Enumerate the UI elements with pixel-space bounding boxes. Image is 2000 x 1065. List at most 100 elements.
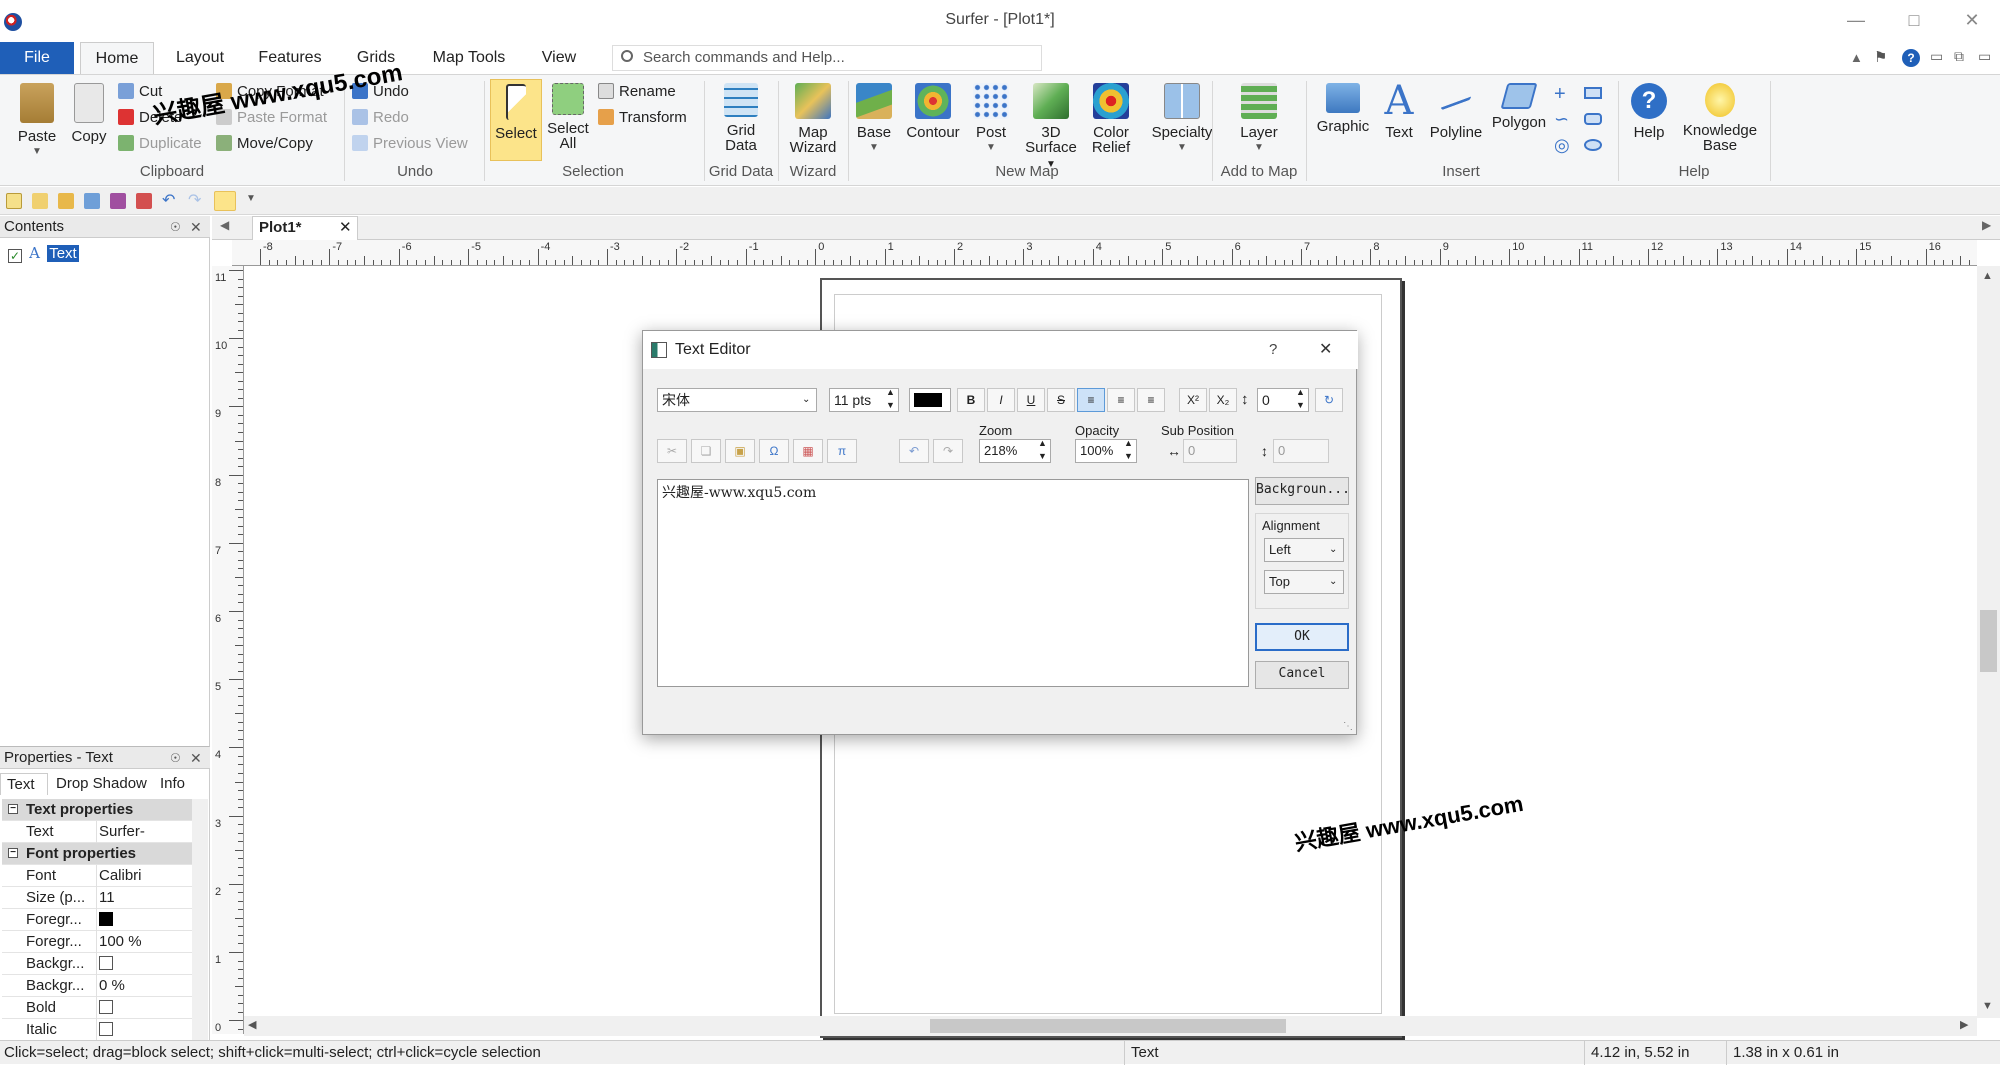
sub-position-x-stepper[interactable]: 0 — [1183, 439, 1237, 463]
color-relief-button[interactable]: Color Relief — [1086, 83, 1136, 155]
property-row[interactable]: Foregr... 100 % — [2, 931, 192, 953]
close-file-icon[interactable] — [136, 193, 152, 209]
spin-icon[interactable]: ▲ ▼ — [1296, 386, 1305, 412]
property-value[interactable] — [96, 1019, 192, 1041]
paste-text-button[interactable]: ▣ — [725, 439, 755, 463]
resize-grip-icon[interactable]: ⋱ — [1343, 721, 1353, 732]
customize-toolbar-icon[interactable]: ▼ — [246, 193, 256, 204]
tab-info[interactable]: Info — [160, 773, 185, 795]
subscript-button[interactable]: X₂ — [1209, 388, 1237, 412]
transform-button[interactable]: Transform — [598, 107, 687, 129]
open-recent-icon[interactable] — [84, 193, 100, 209]
horizontal-scroll-thumb[interactable] — [930, 1019, 1286, 1033]
tab-view[interactable]: View — [532, 42, 586, 74]
horizontal-align-select[interactable]: Left ⌄ — [1264, 538, 1344, 562]
sub-position-y-stepper[interactable]: 0 — [1273, 439, 1329, 463]
property-value[interactable]: 11 — [96, 887, 192, 909]
insert-graphic-button[interactable]: Graphic — [1312, 83, 1374, 134]
scroll-tabs-left-icon[interactable]: ◀ — [220, 218, 229, 232]
copy-button[interactable]: Copy — [64, 83, 114, 144]
scroll-left-icon[interactable]: ◀ — [248, 1018, 256, 1031]
undo-icon[interactable]: ↶ — [162, 193, 178, 209]
post-map-button[interactable]: Post ▼ — [970, 83, 1012, 155]
knowledge-base-button[interactable]: Knowledge Base — [1676, 83, 1764, 153]
tab-map-tools[interactable]: Map Tools — [424, 42, 514, 74]
copy-text-button[interactable]: ❏ — [691, 439, 721, 463]
superscript-button[interactable]: X² — [1179, 388, 1207, 412]
spin-icon[interactable]: ▲ ▼ — [886, 386, 895, 412]
property-row[interactable]: Backgr... 0 % — [2, 975, 192, 997]
font-select[interactable]: 宋体 ⌄ — [657, 388, 817, 412]
collapse-ribbon-icon[interactable]: ▲ — [1850, 50, 1863, 65]
property-row[interactable]: Foregr... — [2, 909, 192, 931]
foreground-color-swatch[interactable] — [99, 912, 113, 926]
insert-rectangle-icon[interactable] — [1584, 87, 1602, 99]
move-copy-button[interactable]: Move/Copy — [216, 133, 313, 155]
text-color-picker[interactable] — [909, 388, 951, 412]
tab-home[interactable]: Home — [80, 42, 154, 75]
property-row[interactable]: Italic — [2, 1019, 192, 1041]
select-button[interactable]: Select — [490, 79, 542, 161]
select-tool-icon[interactable] — [214, 191, 236, 211]
visibility-checkbox[interactable]: ✓ — [8, 249, 22, 263]
collapse-icon[interactable]: − — [8, 804, 18, 814]
italic-button[interactable]: I — [987, 388, 1015, 412]
scroll-tabs-right-icon[interactable]: ▶ — [1982, 218, 1991, 232]
property-row[interactable]: Size (p... 11 — [2, 887, 192, 909]
close-window-button[interactable]: ✕ — [1952, 8, 1992, 32]
property-checkbox[interactable] — [99, 1000, 113, 1014]
previous-view-button[interactable]: Previous View — [352, 133, 468, 155]
paste-button[interactable]: Paste ▼ — [12, 83, 62, 159]
pin-icon[interactable]: ☉ — [170, 747, 181, 769]
map-wizard-button[interactable]: Map Wizard — [782, 83, 844, 155]
flag-icon[interactable]: ⚑ — [1874, 48, 1887, 66]
close-panel-icon[interactable]: ✕ — [190, 747, 202, 769]
insert-date-button[interactable]: ▦ — [793, 439, 823, 463]
property-value[interactable]: 100 % — [96, 931, 192, 953]
undo-text-button[interactable]: ↶ — [899, 439, 929, 463]
open-icon[interactable] — [58, 193, 74, 209]
property-row[interactable]: Font Calibri — [2, 865, 192, 887]
insert-rounded-rectangle-icon[interactable] — [1584, 113, 1602, 125]
insert-polygon-button[interactable]: Polygon — [1490, 83, 1548, 130]
insert-symbol-button[interactable]: Ω — [759, 439, 789, 463]
collapse-icon[interactable]: − — [8, 848, 18, 858]
property-value[interactable]: Calibri — [96, 865, 192, 887]
close-tab-icon[interactable]: ✕ — [339, 217, 352, 239]
scroll-right-icon[interactable]: ▶ — [1960, 1018, 1968, 1031]
insert-spline-icon[interactable]: ∽ — [1554, 109, 1569, 130]
cut-text-button[interactable]: ✂ — [657, 439, 687, 463]
search-input[interactable]: Search commands and Help... — [612, 45, 1042, 71]
dialog-close-button[interactable]: ✕ — [1319, 331, 1332, 369]
scroll-up-icon[interactable]: ▲ — [1982, 270, 1993, 282]
specialty-map-button[interactable]: Specialty ▼ — [1148, 83, 1216, 155]
duplicate-button[interactable]: Duplicate — [118, 133, 202, 155]
ok-button[interactable]: OK — [1255, 623, 1349, 651]
minimize-button[interactable]: — — [1836, 8, 1876, 32]
insert-text-button[interactable]: A Text — [1378, 81, 1420, 140]
layer-button[interactable]: Layer ▼ — [1234, 83, 1284, 155]
close-doc-icon[interactable]: ▭ — [1978, 48, 1991, 65]
line-spacing-stepper[interactable]: 0 ▲ ▼ — [1257, 386, 1309, 412]
redo-icon[interactable]: ↷ — [188, 193, 204, 209]
underline-button[interactable]: U — [1017, 388, 1045, 412]
property-value[interactable]: 0 % — [96, 975, 192, 997]
insert-ellipse-icon[interactable] — [1584, 139, 1602, 151]
new-worksheet-icon[interactable] — [32, 193, 48, 209]
insert-math-button[interactable]: π — [827, 439, 857, 463]
tab-layout[interactable]: Layout — [164, 42, 236, 74]
insert-circle-icon[interactable]: ◎ — [1554, 135, 1570, 156]
property-row[interactable]: Backgr... — [2, 953, 192, 975]
text-edit-area[interactable]: 兴趣屋-www.xqu5.com — [657, 479, 1249, 687]
font-size-stepper[interactable]: 11 pts ▲ ▼ — [829, 386, 899, 412]
background-color-swatch[interactable] — [99, 956, 113, 970]
property-value[interactable]: Surfer- — [96, 821, 192, 843]
restore-doc-icon[interactable]: ▭ — [1930, 48, 1943, 65]
save-icon[interactable] — [110, 193, 126, 209]
insert-polyline-button[interactable]: Polyline — [1424, 77, 1488, 140]
refresh-button[interactable]: ↻ — [1315, 388, 1343, 412]
tab-text[interactable]: Text — [0, 773, 48, 795]
property-scrollbar[interactable] — [192, 799, 208, 1043]
tab-file[interactable]: File — [0, 42, 74, 74]
spin-icon[interactable]: ▲ ▼ — [1124, 437, 1133, 463]
